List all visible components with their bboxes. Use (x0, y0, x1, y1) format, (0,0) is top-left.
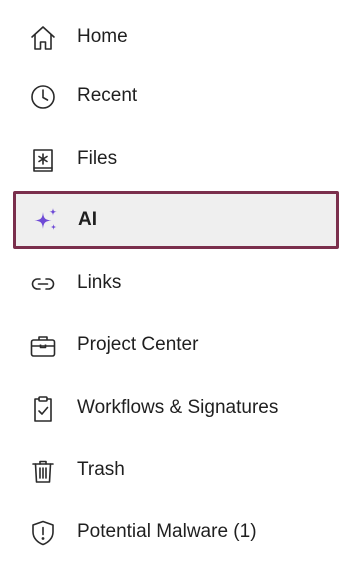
sidebar-item-project-center[interactable]: Project Center (0, 323, 360, 367)
sidebar-item-label: Links (77, 272, 122, 293)
home-icon (28, 23, 58, 53)
link-icon (28, 269, 58, 299)
sidebar-item-workflows[interactable]: Workflows & Signatures (0, 386, 360, 430)
sidebar-item-label: Workflows & Signatures (77, 397, 279, 418)
sidebar-item-label: Trash (77, 459, 125, 480)
clock-icon (28, 82, 58, 112)
sidebar-item-label: Files (77, 148, 118, 169)
sparkles-icon (31, 205, 61, 235)
sidebar-item-label: Potential Malware (1) (77, 521, 257, 542)
sidebar-nav: Home Recent Files AI Links Project Cente… (0, 0, 360, 570)
sidebar-item-potential-malware[interactable]: Potential Malware (1) (0, 510, 360, 554)
briefcase-icon (28, 331, 58, 361)
sidebar-item-trash[interactable]: Trash (0, 448, 360, 492)
sidebar-item-ai[interactable]: AI (13, 191, 339, 249)
sidebar-item-files[interactable]: Files (0, 137, 360, 181)
sidebar-item-recent[interactable]: Recent (0, 74, 360, 118)
sidebar-item-label: Project Center (77, 334, 199, 355)
shield-alert-icon (28, 518, 58, 548)
files-icon (28, 145, 58, 175)
sidebar-item-links[interactable]: Links (0, 261, 360, 305)
sidebar-item-label: Recent (77, 85, 138, 106)
trash-icon (28, 456, 58, 486)
sidebar-item-label: Home (77, 26, 128, 47)
clipboard-check-icon (28, 394, 58, 424)
sidebar-item-label: AI (78, 209, 97, 230)
sidebar-item-home[interactable]: Home (0, 15, 360, 59)
